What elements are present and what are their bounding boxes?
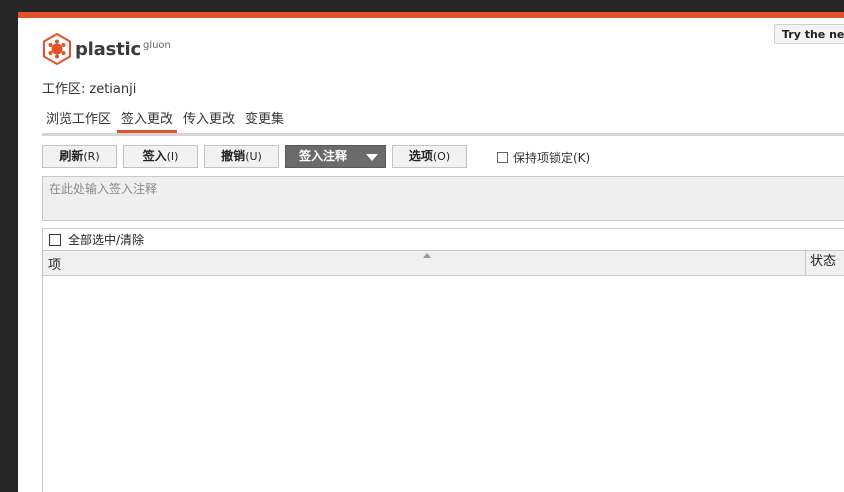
checkin-button-label: 签入: [142, 149, 167, 163]
select-all-checkbox[interactable]: [49, 233, 61, 246]
checkin-button-key: (I): [166, 150, 179, 163]
plastic-logo: plastic gluon: [42, 33, 171, 65]
sort-ascending-icon: [423, 253, 431, 258]
plastic-gluon-window: plastic gluon Try the new 工作区:zetianji 浏…: [18, 12, 844, 492]
chevron-down-icon: [366, 154, 378, 161]
tabs-divider: [42, 133, 844, 136]
column-header-status[interactable]: 状态: [805, 251, 836, 275]
pending-changes-grid: 项 状态: [42, 250, 844, 492]
checkin-comment-dropdown-label: 签入注释: [299, 149, 348, 163]
accent-bar: [18, 12, 844, 18]
checkin-button[interactable]: 签入(I): [123, 145, 198, 168]
workspace-label: 工作区:: [42, 82, 86, 97]
select-all-label: 全部选中/清除: [68, 233, 145, 247]
refresh-button-key: (R): [83, 150, 100, 163]
refresh-button[interactable]: 刷新(R): [42, 145, 117, 168]
main-tabs: 浏览工作区 签入更改 传入更改 变更集: [42, 110, 290, 133]
brand-name: plastic: [75, 38, 141, 60]
plastic-logo-icon: [43, 33, 71, 65]
options-button[interactable]: 选项(O): [392, 145, 467, 168]
undo-button-key: (U): [245, 150, 262, 163]
tab-incoming-changes[interactable]: 传入更改: [179, 110, 239, 133]
try-new-button[interactable]: Try the new: [774, 24, 844, 44]
workspace-info: 工作区: zetianji: [42, 78, 136, 97]
tab-explore-workspace[interactable]: 浏览工作区: [42, 110, 115, 133]
tab-checkin-changes[interactable]: 签入更改: [117, 110, 178, 133]
keep-locked-checkbox[interactable]: [497, 152, 508, 163]
brand-subname: gluon: [142, 39, 171, 51]
options-button-label: 选项: [408, 149, 433, 163]
refresh-button-label: 刷新: [59, 149, 84, 163]
select-all-row[interactable]: 全部选中/清除: [42, 228, 844, 250]
workspace-name: zetianji: [89, 82, 137, 97]
checkin-comment-placeholder: 在此处输入签入注释: [49, 182, 158, 196]
undo-button[interactable]: 撤销(U): [204, 145, 279, 168]
keep-locked-label: 保持项锁定(K): [513, 151, 591, 165]
checkin-comment-input[interactable]: 在此处输入签入注释: [42, 176, 844, 221]
column-header-item[interactable]: 项: [48, 254, 61, 273]
options-button-key: (O): [432, 150, 451, 163]
checkin-comment-dropdown[interactable]: 签入注释: [285, 145, 386, 168]
grid-header: 项 状态: [43, 251, 844, 276]
undo-button-label: 撤销: [221, 149, 246, 163]
tab-changesets[interactable]: 变更集: [241, 110, 288, 133]
keep-locked-option[interactable]: 保持项锁定(K): [497, 149, 590, 166]
